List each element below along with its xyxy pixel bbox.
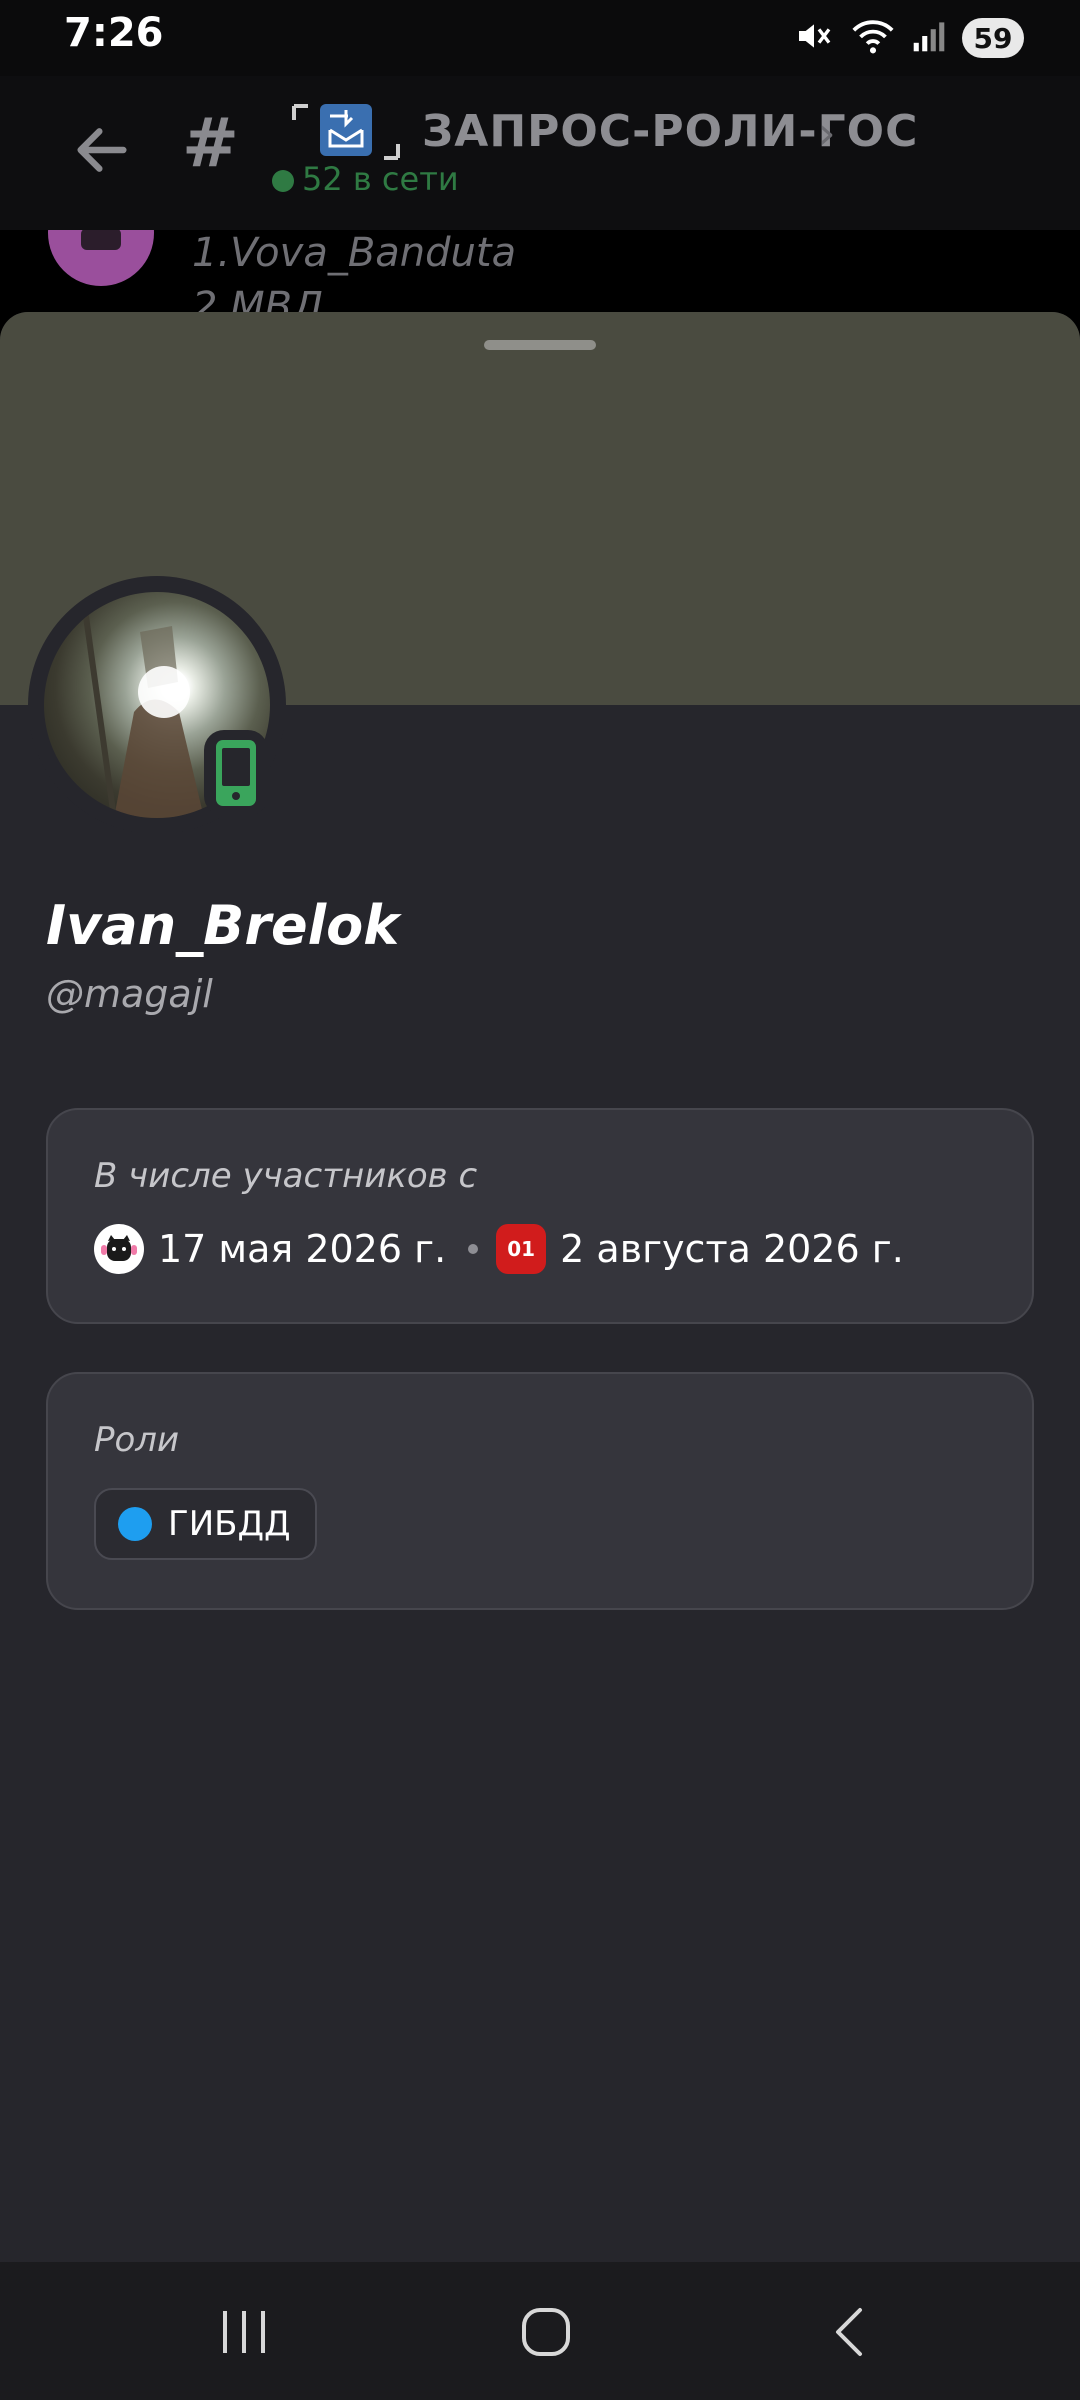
navigation-bar [0, 2262, 1080, 2400]
member-date: 2 августа 2026 г. [560, 1227, 904, 1271]
status-time: 7:26 [64, 10, 164, 56]
status-bar: 7:26 59 [0, 0, 1080, 76]
member-dates: 17 мая 2026 г. 01 2 августа 2026 г. [94, 1222, 904, 1276]
channel-title[interactable]: ЗАПРОС-РОЛИ-ГОС [422, 106, 918, 157]
server-cat-icon [94, 1224, 144, 1274]
mobile-status-icon [204, 730, 268, 816]
hash-icon: # [182, 104, 239, 183]
members-since-card: В числе участников с 17 мая 2026 г. 01 2… [46, 1108, 1034, 1324]
profile-sheet: Ivan_Brelok @magajl В числе участников с… [0, 312, 1080, 2362]
drag-handle[interactable] [484, 340, 596, 350]
member-date: 17 мая 2026 г. [158, 1227, 447, 1271]
battery-icon: 59 [962, 18, 1024, 58]
back-button[interactable] [810, 2300, 890, 2364]
role-name: ГИБДД [168, 1504, 291, 1544]
mute-icon [794, 16, 834, 60]
avatar [48, 230, 154, 286]
recents-button[interactable] [204, 2300, 284, 2364]
home-button[interactable] [506, 2300, 586, 2364]
chat-peek: 1.Vova_Banduta 2.МВД [0, 230, 1080, 320]
display-name: Ivan_Brelok [46, 894, 400, 957]
username[interactable]: @magajl [46, 972, 213, 1016]
server-01-icon: 01 [496, 1224, 547, 1274]
chevron-right-icon[interactable]: › [818, 108, 836, 159]
back-arrow-icon[interactable] [70, 118, 134, 186]
signal-icon [912, 18, 946, 58]
role-color-dot [118, 1507, 152, 1541]
wifi-icon [850, 16, 896, 60]
separator-dot [468, 1244, 479, 1254]
role-chip[interactable]: ГИБДД [94, 1488, 317, 1560]
status-icons: 59 [794, 16, 1024, 60]
channel-emoji-icon [290, 100, 402, 164]
online-dot-icon [272, 170, 294, 192]
online-count: 52 в сети [302, 160, 459, 198]
roles-card: Роли ГИБДД [46, 1372, 1034, 1610]
card-title: В числе участников с [94, 1156, 478, 1196]
channel-header: # ЗАПРОС-РОЛИ-ГОС › 52 в сети [0, 76, 1080, 232]
card-title: Роли [94, 1420, 180, 1460]
message-line: 1.Vova_Banduta [192, 230, 517, 276]
